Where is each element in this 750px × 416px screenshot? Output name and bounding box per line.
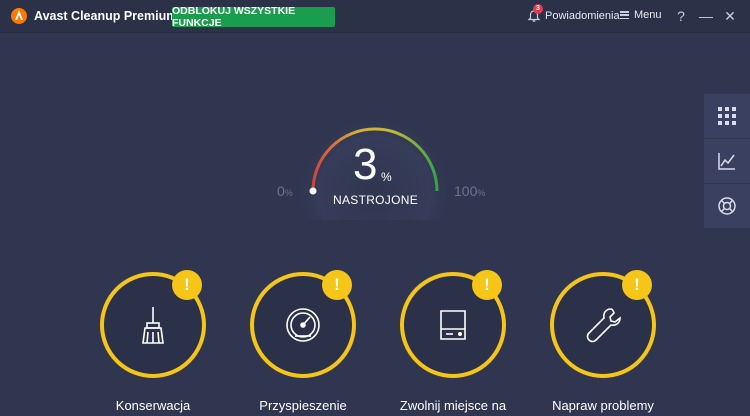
speedup-label: Przyspieszenie [259, 398, 347, 413]
chart-icon [718, 153, 735, 170]
all-features-button[interactable] [704, 94, 750, 139]
free-space-label: Zwolnij miejsce na [399, 398, 507, 413]
title-bar: Avast Cleanup Premium ODBLOKUJ WSZYSTKIE… [0, 0, 750, 33]
gauge-status-label: NASTROJONE [333, 193, 419, 207]
support-button[interactable] [704, 184, 750, 229]
fix-problems-label: Napraw problemy [552, 398, 654, 413]
minimize-button[interactable]: — [698, 8, 714, 24]
menu-button[interactable]: Menu [620, 9, 662, 21]
speedup-warning-badge: ! [322, 270, 352, 300]
close-button[interactable]: ✕ [722, 8, 738, 25]
gauge-indicator [309, 187, 317, 195]
lifebuoy-icon [718, 197, 736, 215]
wrench-icon [586, 308, 621, 343]
gauge-value: 3 [353, 140, 378, 189]
statistics-button[interactable] [704, 139, 750, 184]
help-button[interactable]: ? [673, 8, 689, 24]
app-title: Avast Cleanup Premium [34, 9, 178, 23]
menu-label: Menu [634, 9, 662, 21]
free-space-warning-badge: ! [472, 270, 502, 300]
hard-drive-icon [440, 310, 466, 340]
broom-icon [142, 307, 164, 344]
notifications-count-badge: 3 [533, 4, 543, 14]
maintenance-label: Konserwacja [115, 398, 191, 413]
avast-logo-icon [11, 8, 27, 24]
hamburger-icon [620, 11, 629, 19]
bell-icon: 3 [527, 4, 543, 23]
unlock-all-features-button[interactable]: ODBLOKUJ WSZYSTKIE FUNKCJE [172, 5, 335, 29]
grid-icon [718, 107, 736, 125]
side-panel [704, 94, 750, 229]
speedometer-icon [286, 308, 320, 342]
brand: Avast Cleanup Premium [10, 7, 177, 25]
maintenance-warning-badge: ! [172, 270, 202, 300]
notifications-button[interactable]: 3 Powiadomienia [527, 4, 620, 23]
notifications-label: Powiadomienia [545, 10, 620, 22]
fix-problems-warning-badge: ! [622, 270, 652, 300]
gauge-unit: % [381, 170, 392, 184]
gauge-min-label: 0% [277, 183, 293, 199]
gauge-max-label: 100% [454, 183, 486, 199]
